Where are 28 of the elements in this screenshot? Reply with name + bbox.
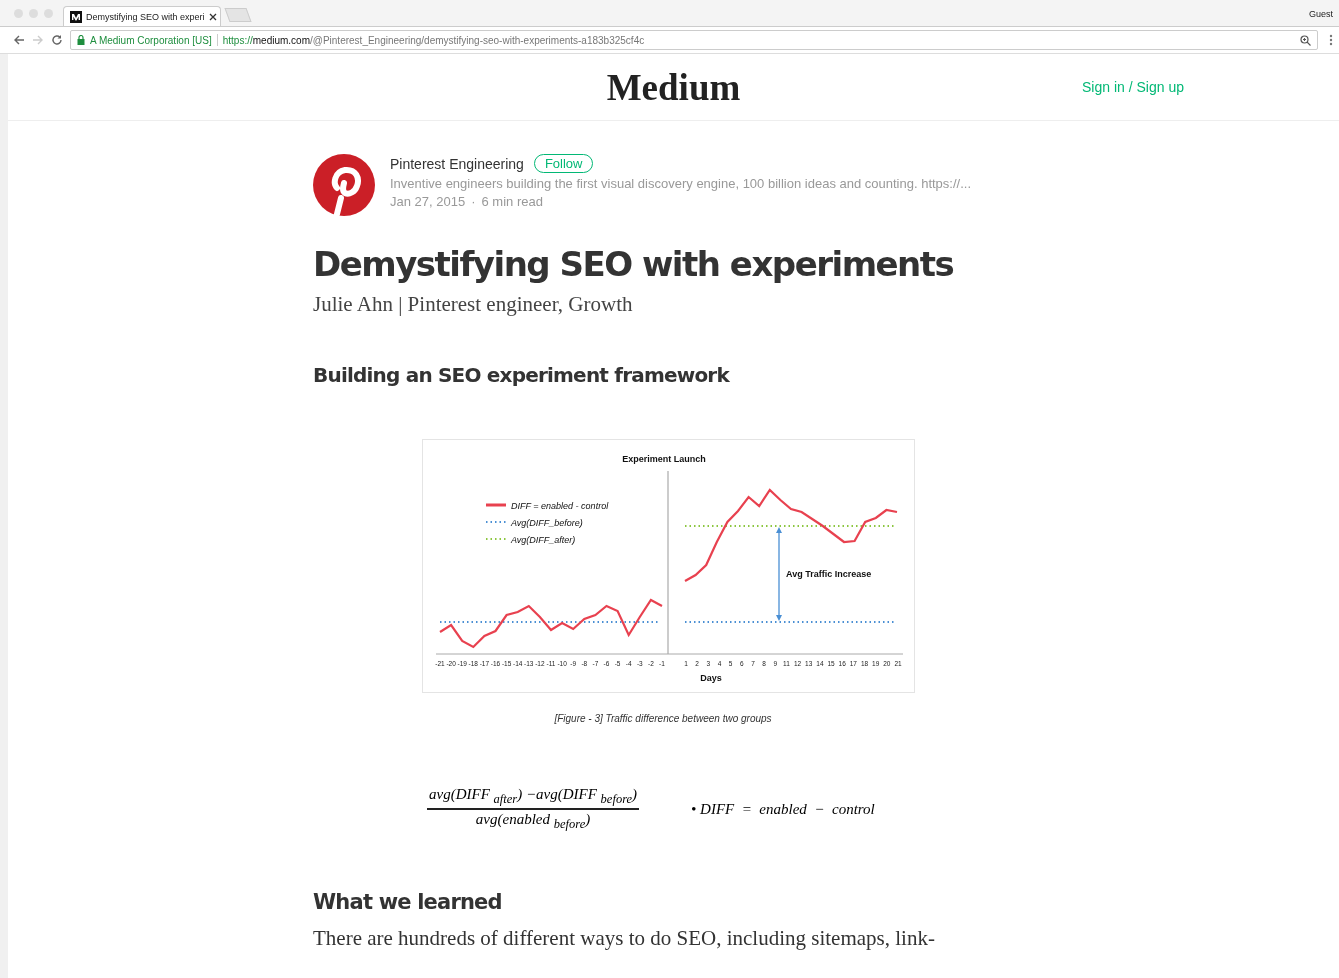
separator-dot: · [471, 194, 476, 209]
zoom-icon[interactable] [1300, 34, 1311, 46]
author-name[interactable]: Pinterest Engineering [390, 155, 524, 172]
formula: avg(DIFF $_{after}$) −avg(DIFF $_{before}$) avg(enabled $_{before}$) [427, 786, 640, 832]
close-icon[interactable] [208, 12, 217, 21]
section-heading: What we learned [313, 890, 503, 914]
post-date: Jan 27, 2015 [390, 194, 466, 209]
figure-caption: [Figure - 3] Traffic difference between two groups [554, 713, 772, 724]
read-time: 6 min read [481, 194, 543, 209]
reload-icon[interactable] [51, 34, 63, 46]
pin-logo-icon[interactable] [313, 154, 375, 216]
back-icon[interactable] [13, 34, 25, 46]
address-bar[interactable]: A Medium Corporation [US] https://medium.com/@Pinterest_Engineering/demystifying-seo-with-experiments-a183b325cf4c [70, 30, 1318, 50]
browser-tab[interactable]: Demystifying SEO with experi [63, 6, 221, 26]
url-text: https://medium.com/@Pinterest_Engineering/demystifying-seo-with-experiments-a183b325cf4c [222, 34, 646, 46]
site-logo[interactable]: Medium [606, 65, 741, 109]
article-title: Demystifying SEO with experiments [313, 244, 955, 284]
security-label: A Medium Corporation [US] [90, 34, 212, 46]
tab-title: Demystifying SEO with experi [86, 11, 205, 22]
body-paragraph: There are hundreds of different ways to do SEO, including sitemaps, link- [313, 926, 936, 951]
article-byline: Julie Ahn | Pinterest engineer, Growth [313, 292, 634, 317]
profile-label[interactable]: Guest [1309, 9, 1333, 19]
formula-definition: • DIFF = enabled − control [691, 800, 875, 818]
author-bio: Inventive engineers building the first visual discovery engine, 100 billion ideas and counting. https://... [390, 176, 972, 191]
section-heading: Building an SEO experiment framework [313, 363, 731, 387]
medium-logo-icon [70, 10, 82, 23]
lock-icon [77, 35, 85, 45]
menu-icon[interactable] [1329, 34, 1333, 46]
